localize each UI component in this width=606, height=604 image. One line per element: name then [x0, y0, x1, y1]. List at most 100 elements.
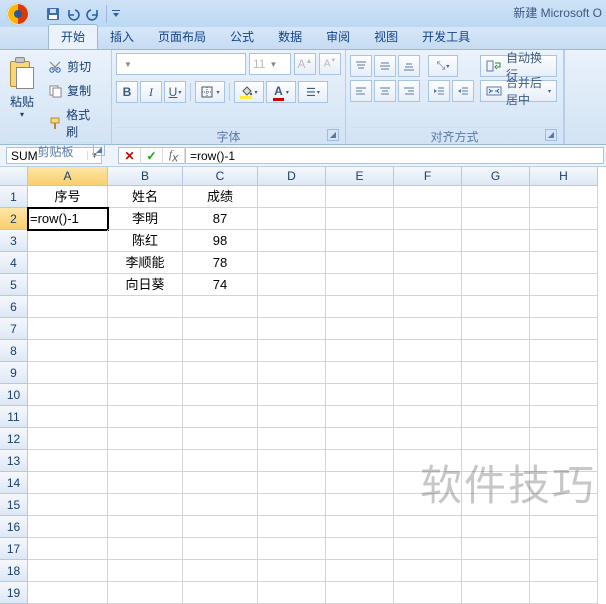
cell-C17[interactable]: [183, 538, 258, 560]
col-header-E[interactable]: E: [326, 167, 394, 186]
cell-E2[interactable]: [326, 208, 394, 230]
paste-dropdown-icon[interactable]: ▾: [20, 110, 24, 119]
row-header-13[interactable]: 13: [0, 450, 28, 472]
row-header-6[interactable]: 6: [0, 296, 28, 318]
cell-E9[interactable]: [326, 362, 394, 384]
ribbon-overflow[interactable]: [564, 50, 586, 144]
cell-E10[interactable]: [326, 384, 394, 406]
cell-G5[interactable]: [462, 274, 530, 296]
row-header-2[interactable]: 2: [0, 208, 28, 230]
cell-C2[interactable]: 87: [183, 208, 258, 230]
row-header-15[interactable]: 15: [0, 494, 28, 516]
cell-F12[interactable]: [394, 428, 462, 450]
cell-D16[interactable]: [258, 516, 326, 538]
formula-input[interactable]: =row()-1: [186, 147, 604, 164]
cell-B13[interactable]: [108, 450, 183, 472]
cell-G12[interactable]: [462, 428, 530, 450]
cell-E7[interactable]: [326, 318, 394, 340]
cell-D5[interactable]: [258, 274, 326, 296]
cell-H15[interactable]: [530, 494, 598, 516]
cell-D18[interactable]: [258, 560, 326, 582]
cell-H8[interactable]: [530, 340, 598, 362]
italic-button[interactable]: I: [140, 81, 162, 103]
cell-B18[interactable]: [108, 560, 183, 582]
cell-G14[interactable]: [462, 472, 530, 494]
cell-C13[interactable]: [183, 450, 258, 472]
row-header-14[interactable]: 14: [0, 472, 28, 494]
row-header-1[interactable]: 1: [0, 186, 28, 208]
cell-B15[interactable]: [108, 494, 183, 516]
cell-F19[interactable]: [394, 582, 462, 604]
row-header-11[interactable]: 11: [0, 406, 28, 428]
cell-F6[interactable]: [394, 296, 462, 318]
cell-H10[interactable]: [530, 384, 598, 406]
cell-C10[interactable]: [183, 384, 258, 406]
fx-icon[interactable]: fx: [163, 146, 185, 165]
tab-视图[interactable]: 视图: [362, 25, 410, 49]
cell-H11[interactable]: [530, 406, 598, 428]
font-color-button[interactable]: A ▾: [266, 81, 296, 103]
cell-G11[interactable]: [462, 406, 530, 428]
increase-indent-icon[interactable]: [452, 80, 474, 102]
cell-D11[interactable]: [258, 406, 326, 428]
qat-undo-icon[interactable]: [64, 4, 82, 24]
cell-F14[interactable]: [394, 472, 462, 494]
cell-B12[interactable]: [108, 428, 183, 450]
font-name-combo[interactable]: ▼: [116, 53, 246, 75]
row-header-16[interactable]: 16: [0, 516, 28, 538]
cell-B14[interactable]: [108, 472, 183, 494]
cell-F13[interactable]: [394, 450, 462, 472]
cell-C12[interactable]: [183, 428, 258, 450]
cell-F4[interactable]: [394, 252, 462, 274]
cell-D15[interactable]: [258, 494, 326, 516]
cell-C8[interactable]: [183, 340, 258, 362]
tab-公式[interactable]: 公式: [218, 25, 266, 49]
cell-H16[interactable]: [530, 516, 598, 538]
cell-E8[interactable]: [326, 340, 394, 362]
row-header-5[interactable]: 5: [0, 274, 28, 296]
row-header-7[interactable]: 7: [0, 318, 28, 340]
tab-审阅[interactable]: 审阅: [314, 25, 362, 49]
col-header-A[interactable]: A: [28, 167, 108, 186]
cell-A10[interactable]: [28, 384, 108, 406]
align-top-icon[interactable]: [350, 55, 372, 77]
format-painter-button[interactable]: 格式刷: [43, 104, 104, 142]
col-header-H[interactable]: H: [530, 167, 598, 186]
cell-D12[interactable]: [258, 428, 326, 450]
cell-E3[interactable]: [326, 230, 394, 252]
cell-C4[interactable]: 78: [183, 252, 258, 274]
cell-H7[interactable]: [530, 318, 598, 340]
cell-G18[interactable]: [462, 560, 530, 582]
cell-D1[interactable]: [258, 186, 326, 208]
office-button[interactable]: [2, 0, 40, 27]
row-header-12[interactable]: 12: [0, 428, 28, 450]
align-center-icon[interactable]: [374, 80, 396, 102]
cell-G19[interactable]: [462, 582, 530, 604]
row-header-8[interactable]: 8: [0, 340, 28, 362]
cell-C11[interactable]: [183, 406, 258, 428]
cell-F9[interactable]: [394, 362, 462, 384]
cell-A15[interactable]: [28, 494, 108, 516]
cell-H1[interactable]: [530, 186, 598, 208]
cancel-formula-icon[interactable]: ✕: [119, 148, 141, 164]
cell-A1[interactable]: 序号: [28, 186, 108, 208]
row-header-17[interactable]: 17: [0, 538, 28, 560]
cell-A16[interactable]: [28, 516, 108, 538]
cell-A19[interactable]: [28, 582, 108, 604]
row-header-3[interactable]: 3: [0, 230, 28, 252]
tab-插入[interactable]: 插入: [98, 25, 146, 49]
cell-H2[interactable]: [530, 208, 598, 230]
col-header-B[interactable]: B: [108, 167, 183, 186]
align-left-icon[interactable]: [350, 80, 372, 102]
cell-E18[interactable]: [326, 560, 394, 582]
cell-B7[interactable]: [108, 318, 183, 340]
clipboard-dialog-launcher-icon[interactable]: ◢: [93, 144, 105, 156]
select-all-corner[interactable]: [0, 167, 28, 186]
cell-C19[interactable]: [183, 582, 258, 604]
cell-C6[interactable]: [183, 296, 258, 318]
cell-G7[interactable]: [462, 318, 530, 340]
cell-G6[interactable]: [462, 296, 530, 318]
cell-A4[interactable]: [28, 252, 108, 274]
tab-开发工具[interactable]: 开发工具: [410, 25, 482, 49]
cell-E5[interactable]: [326, 274, 394, 296]
